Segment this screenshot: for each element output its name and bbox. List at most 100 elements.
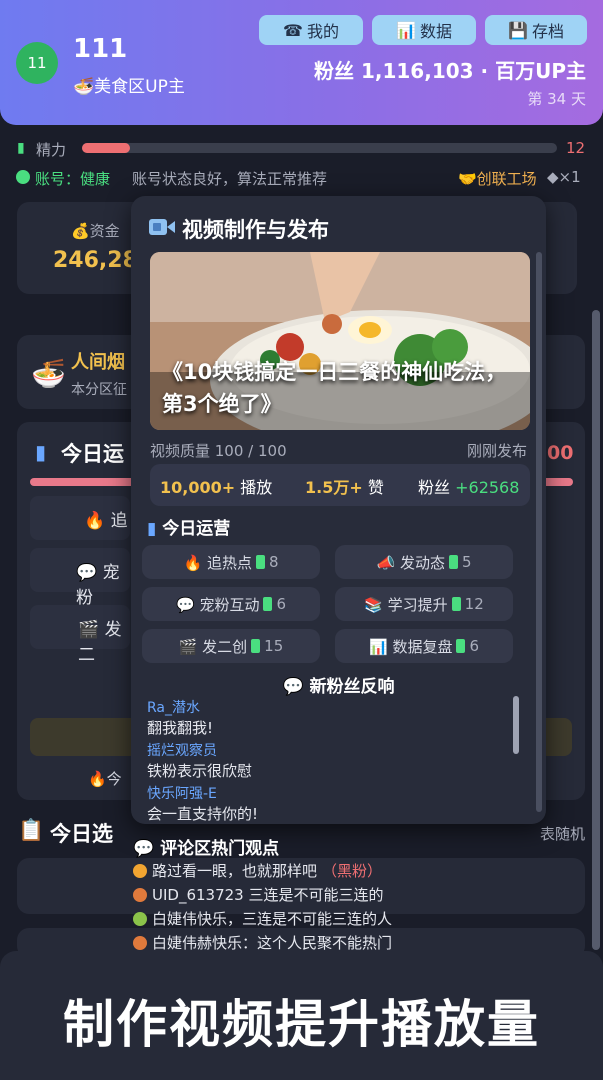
energy-value: 12 — [566, 139, 586, 157]
account-status: 账号：健康 — [35, 170, 111, 188]
fans-button-bg[interactable]: 💬 宠粉 — [30, 548, 130, 608]
video-quality: 视频质量 100 / 100 — [150, 442, 287, 460]
comment-text: 白婕伟快乐，三连是不可能三连的人 — [152, 910, 393, 928]
battery-icon — [251, 639, 261, 653]
remix-count: 15 — [264, 637, 284, 655]
remix-button-bg[interactable]: 🎬 发二 — [30, 605, 130, 665]
data-review-label: 📊 数据复盘 — [369, 637, 453, 656]
promo-banner-text: 制作视频提升播放量 — [62, 996, 540, 1055]
today-choice-title: 今日选 — [50, 822, 113, 846]
comment-avatar-icon — [133, 887, 147, 902]
data-button-label: 数据 — [419, 22, 452, 41]
likes-label: 赞 — [367, 478, 384, 497]
battery-icon — [263, 597, 273, 611]
random-label: 表随机 — [540, 825, 586, 843]
likes-value: 1.5万+ — [305, 478, 363, 497]
fans-label: 粉丝 — [418, 478, 451, 497]
status-dot-icon — [16, 170, 30, 184]
save-button-label: 存档 — [531, 22, 564, 41]
study-label: 📚 学习提升 — [364, 595, 448, 614]
study-count: 12 — [464, 595, 484, 613]
comment-text: 路过看一眼，也就那样吧 — [152, 862, 318, 880]
gem-count: ◆×1 — [547, 168, 581, 186]
level-badge[interactable]: 11 — [16, 42, 58, 84]
remix-button[interactable]: 🎬 发二创 15 — [142, 629, 320, 663]
fan-reactions-list: Ra_潜水 翻我翻我! 摇烂观察员 铁粉表示很欣慰 快乐阿强-E 会一直支持你的… — [147, 698, 517, 827]
battery-icon — [451, 597, 461, 611]
comment-avatar-icon — [133, 863, 147, 878]
promo-banner: 制作视频提升播放量 — [0, 951, 603, 1080]
fan-interact-button[interactable]: 💬 宠粉互动 6 — [142, 587, 320, 621]
modal-scrollbar[interactable] — [536, 252, 542, 812]
chart-icon: 📊 — [396, 20, 416, 40]
data-review-count: 6 — [469, 637, 479, 655]
energy-bar — [82, 143, 557, 153]
reaction-text: 翻我翻我! — [147, 719, 214, 737]
fans-stat: 粉丝 +62568 — [418, 474, 519, 498]
top-header: 11 111 🍜美食区UP主 ☎ 我的 📊 数据 💾 存档 粉丝 1,116,1… — [0, 0, 603, 125]
fan-reactions-title: 💬 新粉丝反响 — [282, 677, 395, 697]
zone-label: 🍜美食区UP主 — [73, 77, 185, 97]
hot-topic-count: 8 — [268, 553, 279, 571]
event-title: 人间烟 — [71, 352, 125, 373]
reactions-scrollbar[interactable] — [513, 696, 519, 754]
reaction-user[interactable]: Ra_潜水 — [147, 698, 517, 718]
event-desc: 本分区征 — [71, 382, 127, 398]
comment-text: 白婕伟赫快乐：这个人民聚不能热门 — [152, 934, 393, 952]
page-scrollbar[interactable] — [592, 310, 600, 950]
post-update-count: 5 — [461, 553, 472, 571]
my-button[interactable]: ☎ 我的 — [259, 15, 363, 45]
funds-label: 💰资金 — [71, 222, 120, 240]
video-thumbnail[interactable]: 《10块钱搞定一日三餐的神仙吃法，第3个绝了》 — [150, 252, 530, 430]
hot-topic-label: 🔥 追热点 — [183, 553, 252, 572]
data-review-button[interactable]: 📊 数据复盘 6 — [335, 629, 513, 663]
study-button[interactable]: 📚 学习提升 12 — [335, 587, 513, 621]
remix-label: 🎬 发二创 — [178, 637, 248, 656]
data-button[interactable]: 📊 数据 — [372, 15, 476, 45]
comment-item: 白婕伟快乐，三连是不可能三连的人 — [133, 908, 392, 929]
battery-icon — [255, 555, 265, 569]
my-button-label: 我的 — [306, 22, 339, 41]
clipboard-icon: 📋 — [18, 818, 45, 842]
plays-label: 播放 — [240, 478, 273, 497]
comment-item: UID_613723 三连是不可能三连的 — [133, 884, 383, 905]
video-publish-modal: 视频制作与发布 《10块钱搞定一日三餐的神仙吃法，第3个绝了》 视频质量 100… — [131, 196, 546, 824]
fans-button-label: 💬 宠粉 — [76, 563, 120, 608]
plays-stat: 10,000+ 播放 — [160, 474, 272, 498]
noodle-icon: 🍜 — [31, 357, 66, 390]
post-update-label: 📣 发动态 — [376, 553, 445, 572]
battery-icon — [456, 639, 466, 653]
ops-title: ▮ 今日运营 — [147, 514, 230, 539]
comments-title: 💬 评论区热门观点 — [133, 839, 280, 859]
fans-gain: +62568 — [455, 478, 520, 497]
reaction-user[interactable]: 快乐阿强-E — [147, 784, 517, 804]
today-bottom-label: 🔥今 — [88, 770, 122, 788]
publish-status: 刚刚发布 — [466, 442, 527, 460]
save-button[interactable]: 💾 存档 — [485, 15, 587, 45]
hot-button-bg[interactable]: 🔥 追 — [30, 496, 130, 540]
likes-stat: 1.5万+ 赞 — [305, 474, 384, 498]
hot-button-label: 🔥 追 — [84, 511, 128, 531]
comment-avatar-icon — [133, 935, 147, 950]
fan-interact-label: 💬 宠粉互动 — [176, 595, 260, 614]
video-camera-icon — [149, 219, 175, 235]
today-ops-title: 今日运 — [61, 442, 124, 466]
phone-icon: ▮ — [35, 440, 47, 464]
comment-tag: （黑粉） — [322, 862, 383, 880]
comment-text: UID_613723 三连是不可能三连的 — [152, 886, 384, 904]
phone-icon: ▮ — [147, 519, 157, 539]
day-counter: 第 34 天 — [527, 90, 586, 108]
energy-label: 精力 — [36, 141, 67, 159]
post-update-button[interactable]: 📣 发动态 5 — [335, 545, 513, 579]
reaction-text: 铁粉表示很欣慰 — [147, 762, 253, 780]
fan-interact-count: 6 — [276, 595, 286, 613]
floppy-icon: 💾 — [508, 20, 528, 40]
reaction-user[interactable]: 摇烂观察员 — [147, 741, 517, 761]
ops-title-text: 今日运营 — [162, 519, 231, 539]
remix-button-label: 🎬 发二 — [78, 620, 122, 665]
comment-item: 路过看一眼，也就那样吧 （黑粉） — [133, 860, 382, 881]
video-title: 《10块钱搞定一日三餐的神仙吃法，第3个绝了》 — [162, 360, 507, 416]
phone-icon: ☎ — [283, 20, 303, 40]
guild-link[interactable]: 🤝创联工场 — [458, 168, 537, 189]
hot-topic-button[interactable]: 🔥 追热点 8 — [142, 545, 320, 579]
